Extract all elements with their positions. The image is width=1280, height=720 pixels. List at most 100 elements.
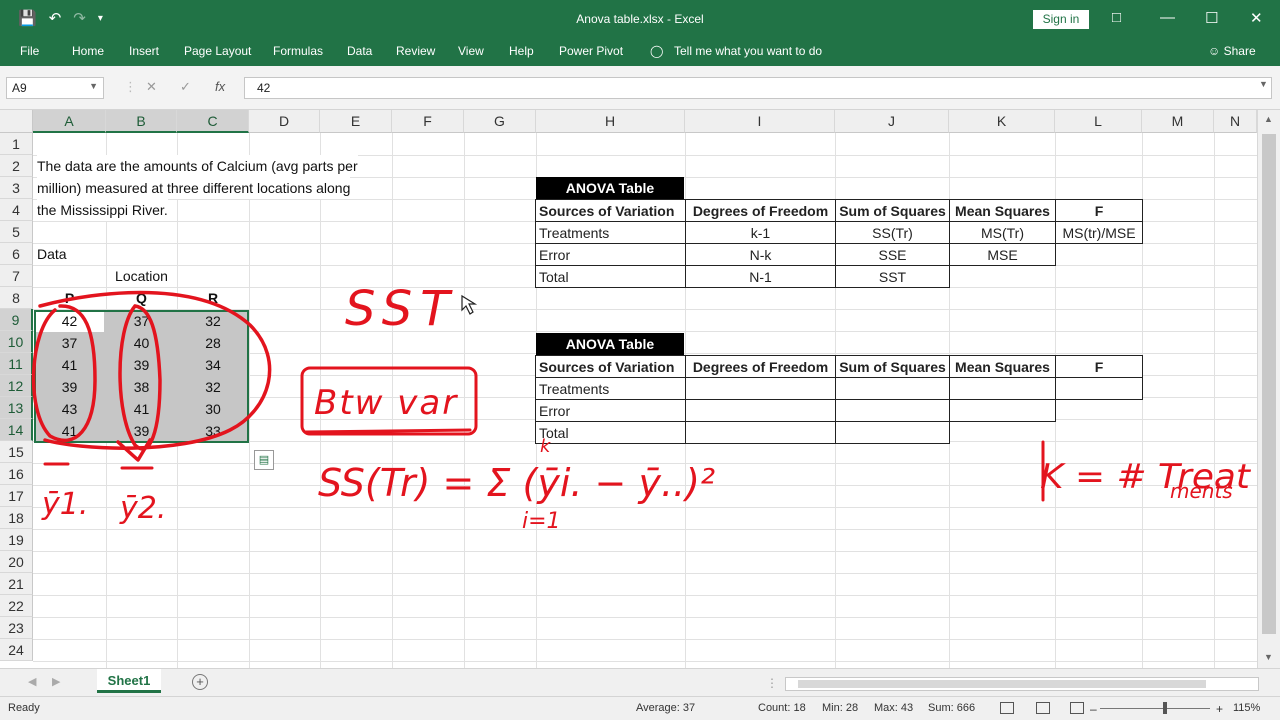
table-cell[interactable]: SSE <box>835 243 950 266</box>
data-cell[interactable]: 40 <box>106 332 177 354</box>
row-header-22[interactable]: 22 <box>0 595 33 617</box>
table-cell[interactable] <box>1055 377 1143 400</box>
data-cell[interactable]: 28 <box>177 332 249 354</box>
column-header-a[interactable]: A <box>33 110 106 133</box>
table-cell[interactable]: Treatments <box>535 221 686 244</box>
page-layout-view-icon[interactable] <box>1036 702 1050 714</box>
column-header-m[interactable]: M <box>1142 110 1214 133</box>
table-cell[interactable]: SS(Tr) <box>835 221 950 244</box>
tab-split-handle-icon[interactable]: ⋮ <box>766 676 778 690</box>
column-header-l[interactable]: L <box>1055 110 1142 133</box>
chevron-down-icon[interactable]: ▼ <box>89 81 98 91</box>
zoom-slider-thumb[interactable] <box>1163 702 1167 714</box>
row-header-4[interactable]: 4 <box>0 199 33 221</box>
row-header-12[interactable]: 12 <box>0 375 33 397</box>
column-header-c[interactable]: C <box>177 110 249 133</box>
row-header-11[interactable]: 11 <box>0 353 33 375</box>
table-cell[interactable]: Total <box>535 265 686 288</box>
zoom-slider-track[interactable] <box>1100 708 1210 709</box>
scroll-down-icon[interactable]: ▼ <box>1264 652 1273 662</box>
data-cell[interactable]: 41 <box>106 398 177 420</box>
row-header-1[interactable]: 1 <box>0 133 33 155</box>
row-header-2[interactable]: 2 <box>0 155 33 177</box>
data-cell[interactable]: 43 <box>33 398 106 420</box>
horizontal-scrollbar[interactable] <box>785 677 1259 691</box>
table-cell[interactable]: Total <box>535 421 686 444</box>
tab-file[interactable]: File <box>20 44 39 58</box>
status-max[interactable]: Max: 43 <box>874 702 913 714</box>
row-header-16[interactable]: 16 <box>0 463 33 485</box>
column-header-b[interactable]: B <box>106 110 177 133</box>
ribbon-display-options-icon[interactable]: □ <box>1112 9 1121 26</box>
row-header-18[interactable]: 18 <box>0 507 33 529</box>
expand-formula-bar-icon[interactable]: ▼ <box>1259 79 1268 89</box>
column-header-f[interactable]: F <box>392 110 464 133</box>
table-cell[interactable] <box>835 377 950 400</box>
column-header-k[interactable]: K <box>949 110 1055 133</box>
empty-cell[interactable] <box>950 266 1056 288</box>
tab-home[interactable]: Home <box>72 44 104 58</box>
data-cell[interactable]: 32 <box>177 376 249 398</box>
row-header-24[interactable]: 24 <box>0 639 33 661</box>
formula-input[interactable]: 42 <box>244 77 1272 99</box>
quick-analysis-icon[interactable]: ▤ <box>254 450 274 470</box>
row-header-21[interactable]: 21 <box>0 573 33 595</box>
vertical-scrollbar[interactable]: ▲ ▼ <box>1257 110 1280 668</box>
table-cell[interactable] <box>685 399 836 422</box>
column-header-n[interactable]: N <box>1214 110 1257 133</box>
status-min[interactable]: Min: 28 <box>822 702 858 714</box>
row-header-15[interactable]: 15 <box>0 441 33 463</box>
table-cell[interactable] <box>685 421 836 444</box>
table-cell[interactable]: k-1 <box>685 221 836 244</box>
tab-page-layout[interactable]: Page Layout <box>184 44 251 58</box>
tab-review[interactable]: Review <box>396 44 435 58</box>
row-header-19[interactable]: 19 <box>0 529 33 551</box>
table-cell[interactable] <box>835 421 950 444</box>
add-sheet-icon[interactable]: + <box>192 674 208 690</box>
data-cell[interactable]: 41 <box>33 354 106 376</box>
data-cell[interactable]: 37 <box>106 310 177 332</box>
empty-cell[interactable] <box>1056 244 1143 266</box>
table-cell[interactable]: MS(Tr) <box>949 221 1056 244</box>
column-header-e[interactable]: E <box>320 110 392 133</box>
table-cell[interactable] <box>949 377 1056 400</box>
column-header-h[interactable]: H <box>536 110 685 133</box>
tab-power-pivot[interactable]: Power Pivot <box>559 44 623 58</box>
data-cell[interactable]: 32 <box>177 310 249 332</box>
data-cell[interactable]: 33 <box>177 420 249 442</box>
row-header-5[interactable]: 5 <box>0 221 33 243</box>
table-cell[interactable]: Error <box>535 243 686 266</box>
status-sum[interactable]: Sum: 666 <box>928 702 975 714</box>
sheet-prev-icon[interactable]: ◀ <box>28 675 36 688</box>
tab-data[interactable]: Data <box>347 44 372 58</box>
data-cell[interactable]: 42 <box>33 310 106 332</box>
row-header-23[interactable]: 23 <box>0 617 33 639</box>
data-cell[interactable]: 34 <box>177 354 249 376</box>
tab-help[interactable]: Help <box>509 44 534 58</box>
table-cell[interactable]: N-k <box>685 243 836 266</box>
row-header-17[interactable]: 17 <box>0 485 33 507</box>
row-header-13[interactable]: 13 <box>0 397 33 419</box>
name-box[interactable]: A9 ▼ <box>6 77 104 99</box>
zoom-in-icon[interactable]: + <box>1216 702 1223 716</box>
maximize-icon[interactable]: ☐ <box>1205 9 1218 27</box>
sheet-tab-sheet1[interactable]: Sheet1 <box>97 669 161 693</box>
empty-cell[interactable] <box>1056 422 1143 444</box>
zoom-out-icon[interactable]: – <box>1090 702 1097 716</box>
scroll-up-icon[interactable]: ▲ <box>1264 114 1273 124</box>
table-cell[interactable]: MSE <box>949 243 1056 266</box>
data-cell[interactable]: 37 <box>33 332 106 354</box>
empty-cell[interactable] <box>1056 266 1143 288</box>
enter-icon[interactable]: ✓ <box>180 79 191 95</box>
status-average[interactable]: Average: 37 <box>636 702 695 714</box>
table-cell[interactable] <box>685 377 836 400</box>
row-header-10[interactable]: 10 <box>0 331 33 353</box>
minimize-icon[interactable]: — <box>1160 9 1175 26</box>
data-cell[interactable]: 41 <box>33 420 106 442</box>
page-break-view-icon[interactable] <box>1070 702 1084 714</box>
row-header-20[interactable]: 20 <box>0 551 33 573</box>
tab-view[interactable]: View <box>458 44 484 58</box>
column-header-d[interactable]: D <box>249 110 320 133</box>
tab-formulas[interactable]: Formulas <box>273 44 323 58</box>
row-header-3[interactable]: 3 <box>0 177 33 199</box>
